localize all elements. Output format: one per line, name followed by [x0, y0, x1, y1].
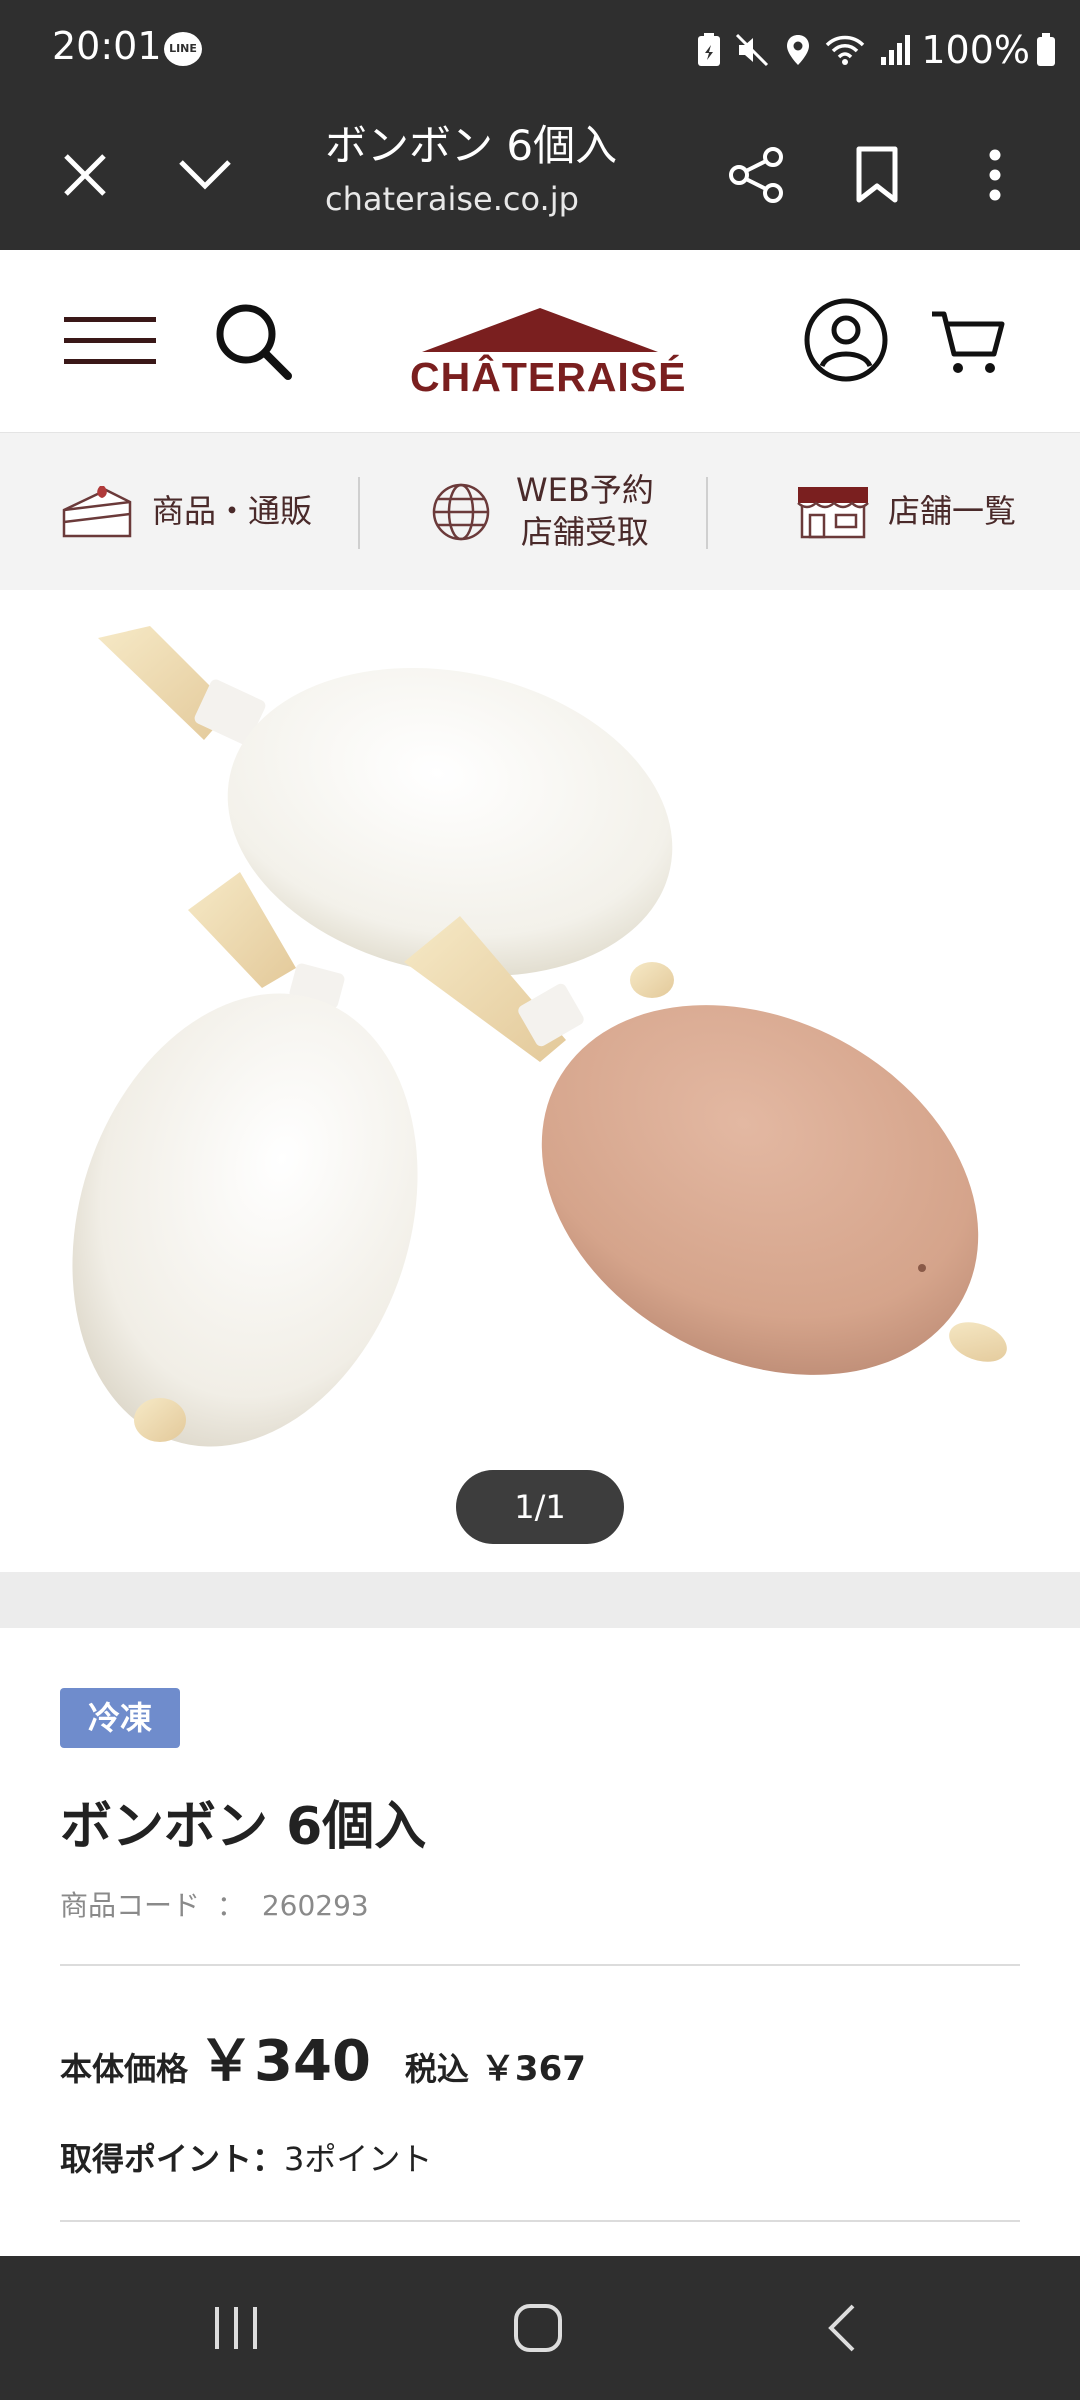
back-icon — [828, 2304, 855, 2352]
location-icon — [785, 33, 811, 67]
wifi-icon — [825, 33, 865, 67]
minimize-tab-button[interactable] — [160, 100, 250, 250]
price-row: 本体価格 ￥340 税込 ￥367 — [60, 2016, 586, 2096]
browser-toolbar: ボンボン 6個入 chateraise.co.jp — [0, 100, 1080, 250]
bookmark-icon — [856, 146, 898, 203]
product-code-value: 260293 — [261, 1889, 369, 1922]
status-icons: 100% — [683, 22, 1056, 78]
section-divider — [0, 1572, 1080, 1628]
nav-store-list[interactable]: 店舗一覧 — [796, 433, 1016, 591]
search-button[interactable] — [206, 294, 300, 388]
battery-percent: 100% — [921, 28, 1030, 72]
home-icon — [514, 2304, 562, 2352]
share-button[interactable] — [712, 100, 802, 250]
product-code-label: 商品コード — [60, 1889, 201, 1922]
close-tab-button[interactable] — [40, 100, 130, 250]
store-icon — [797, 487, 869, 539]
image-counter: 1/1 — [456, 1470, 624, 1544]
nav-store-list-label: 店舗一覧 — [888, 492, 1017, 531]
recent-apps-button[interactable] — [166, 2256, 306, 2400]
category-nav: 商品・通販 WEB予約 店舗受取 店舗一覧 — [0, 432, 1080, 592]
status-bar: 20:01 LINE 100% — [0, 0, 1080, 100]
recent-apps-icon — [215, 2307, 257, 2349]
cake-icon — [62, 486, 132, 538]
product-code-row: 商品コード ： 260293 — [60, 1884, 369, 1924]
system-nav-bar — [0, 2256, 1080, 2400]
product-name: ボンボン 6個入 — [60, 1797, 427, 1857]
product-code-separator: ： — [216, 1889, 245, 1922]
nav-web-reservation-line2: 店舗受取 — [520, 513, 649, 551]
tax-included-price: ￥367 — [480, 2049, 586, 2089]
mute-icon — [735, 33, 771, 67]
points-value: 3ポイント — [284, 2140, 433, 2178]
price-label: 本体価格 — [60, 2050, 189, 2088]
close-icon — [64, 154, 106, 196]
frozen-badge: 冷凍 — [60, 1688, 180, 1748]
logo-roof-icon — [422, 308, 658, 352]
nav-products-mailorder[interactable]: 商品・通販 — [60, 433, 312, 591]
tax-included-label: 税込 — [404, 2050, 469, 2088]
home-button[interactable] — [468, 2256, 608, 2400]
hamburger-menu-icon — [64, 317, 156, 364]
back-button[interactable] — [772, 2256, 912, 2400]
nav-web-reservation[interactable]: WEB予約 店舗受取 — [430, 433, 654, 591]
share-icon — [729, 147, 783, 203]
divider — [60, 1964, 1020, 1966]
battery-icon — [1036, 33, 1056, 67]
status-time: 20:01 — [52, 24, 162, 68]
page-title: ボンボン 6個入 — [325, 121, 618, 170]
cart-button[interactable] — [920, 294, 1016, 390]
nav-products-label: 商品・通販 — [152, 492, 313, 531]
account-icon — [804, 298, 888, 382]
divider — [706, 477, 708, 549]
logo-text: CHÂTERAISÉ — [410, 354, 687, 400]
nav-web-reservation-text: WEB予約 店舗受取 — [516, 470, 654, 553]
search-icon — [216, 304, 292, 380]
page-url[interactable]: chateraise.co.jp — [325, 180, 579, 218]
cart-icon — [932, 311, 1005, 373]
divider — [60, 2220, 1020, 2222]
bookmark-button[interactable] — [832, 100, 922, 250]
divider — [358, 477, 360, 549]
product-image-gallery[interactable]: 1/1 — [0, 590, 1080, 1572]
chevron-down-icon — [179, 160, 231, 190]
nav-web-reservation-line1: WEB予約 — [516, 471, 654, 510]
menu-button[interactable] — [60, 306, 160, 376]
product-photo — [72, 626, 1007, 1447]
site-header: CHÂTERAISÉ — [0, 250, 1080, 430]
signal-icon — [879, 33, 913, 67]
price-value: ￥340 — [198, 2029, 371, 2094]
site-logo[interactable]: CHÂTERAISÉ — [410, 306, 687, 406]
more-options-button[interactable] — [950, 100, 1040, 250]
more-vert-icon — [989, 149, 1001, 201]
points-row: 取得ポイント：3ポイント — [60, 2134, 432, 2180]
globe-icon — [432, 483, 490, 541]
line-notification-icon: LINE — [164, 32, 202, 66]
battery-saver-icon — [697, 33, 721, 67]
points-label: 取得ポイント： — [60, 2140, 285, 2178]
account-button[interactable] — [798, 292, 894, 388]
